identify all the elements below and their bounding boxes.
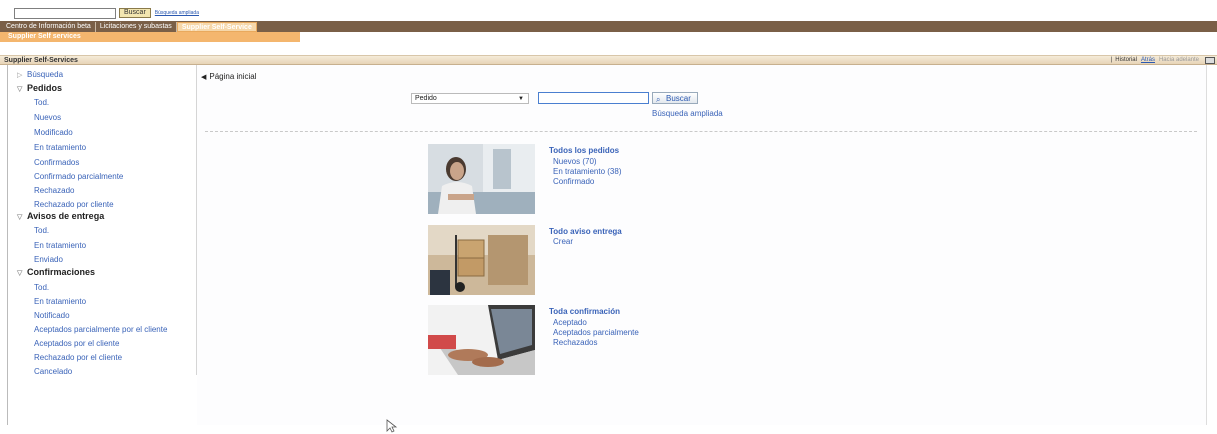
global-search: Buscar Búsqueda ampliada	[14, 7, 199, 19]
object-type-select[interactable]: Pedido ▼	[411, 93, 529, 104]
sidebar-item-conf-notificado[interactable]: Notificado	[34, 311, 70, 320]
sidebar-item-conf-aceptados-cliente[interactable]: Aceptados por el cliente	[34, 339, 119, 348]
sidebar-item-pedidos-en-tratamiento[interactable]: En tratamiento	[34, 143, 86, 152]
dropdown-arrow-icon: ▼	[518, 96, 524, 102]
card-orders-nuevos[interactable]: Nuevos (70)	[553, 157, 597, 166]
sidebar-item-pedidos-rechazado[interactable]: Rechazado	[34, 186, 74, 195]
global-search-input[interactable]	[14, 7, 116, 19]
main-search-button[interactable]: ⌕ Buscar	[652, 92, 698, 104]
sidebar-item-busqueda[interactable]: ▷ Búsqueda	[17, 70, 63, 79]
sidebar-group-avisos[interactable]: ▽ Avisos de entrega	[17, 211, 104, 221]
sidebar-item-pedidos-tod[interactable]: Tod.	[34, 98, 49, 107]
back-triangle-icon: ◀	[201, 74, 207, 81]
sidebar-item-conf-tod[interactable]: Tod.	[34, 283, 49, 292]
card-orders-title[interactable]: Todos los pedidos	[549, 146, 619, 155]
expand-arrow-icon: ▷	[17, 72, 23, 79]
search-icon: ⌕	[656, 95, 661, 104]
forward-link: Hacia adelante	[1158, 57, 1199, 63]
card-delivery-crear[interactable]: Crear	[553, 237, 573, 246]
sidebar: ▷ Búsqueda ▽ Pedidos Tod. Nuevos Modificad…	[7, 65, 197, 376]
card-confirmation-title[interactable]: Toda confirmación	[549, 307, 620, 316]
tab-licitaciones[interactable]: Licitaciones y subastas	[96, 21, 177, 32]
card-confirmation-aceptados-parcial[interactable]: Aceptados parcialmente	[553, 328, 639, 337]
back-link[interactable]: Atrás	[1141, 57, 1155, 63]
sidebar-item-avisos-enviado[interactable]: Enviado	[34, 255, 63, 264]
page-header-bar: Supplier Self-Services | Historial Atrás…	[0, 55, 1217, 65]
print-icon[interactable]	[1205, 56, 1215, 64]
sidebar-item-pedidos-rechazado-cliente[interactable]: Rechazado por cliente	[34, 200, 114, 209]
top-tab-bar: Centro de Información beta Licitaciones …	[0, 21, 1217, 32]
page-title: ◀ Página inicial	[201, 72, 257, 81]
card-confirmation-rechazados[interactable]: Rechazados	[553, 338, 597, 347]
tab-supplier-self-service[interactable]: Supplier Self-Service	[176, 21, 257, 32]
sidebar-item-conf-aceptados-parcial[interactable]: Aceptados parcialmente por el cliente	[34, 325, 167, 334]
sidebar-item-pedidos-confirmado-parcial[interactable]: Confirmado parcialmente	[34, 172, 123, 181]
history-dropdown[interactable]: Historial	[1115, 57, 1137, 63]
card-orders-en-tratamiento[interactable]: En tratamiento (38)	[553, 167, 621, 176]
history-nav: | Historial Atrás Hacia adelante	[1110, 56, 1217, 64]
global-advanced-search-link[interactable]: Búsqueda ampliada	[155, 10, 199, 16]
card-orders-confirmado[interactable]: Confirmado	[553, 177, 594, 186]
sidebar-group-pedidos[interactable]: ▽ Pedidos	[17, 83, 62, 93]
global-search-button[interactable]: Buscar	[119, 8, 151, 18]
collapse-arrow-icon: ▽	[17, 86, 23, 93]
sidebar-item-pedidos-modificado[interactable]: Modificado	[34, 128, 73, 137]
confirmation-photo	[428, 305, 535, 375]
sidebar-item-conf-cancelado[interactable]: Cancelado	[34, 367, 72, 376]
main-advanced-search-link[interactable]: Búsqueda ampliada	[652, 109, 723, 118]
main-content: ◀ Página inicial Pedido ▼ ⌕ Buscar Búsqueda…	[197, 65, 1207, 425]
sidebar-item-avisos-tod[interactable]: Tod.	[34, 226, 49, 235]
collapse-arrow-icon: ▽	[17, 214, 23, 221]
delivery-photo	[428, 225, 535, 295]
sidebar-group-confirmaciones[interactable]: ▽ Confirmaciones	[17, 267, 95, 277]
sidebar-item-conf-rechazado-cliente[interactable]: Rechazado por el cliente	[34, 353, 122, 362]
main-search-input[interactable]	[538, 92, 649, 104]
sidebar-item-avisos-en-tratamiento[interactable]: En tratamiento	[34, 241, 86, 250]
subtab-supplier-self-services[interactable]: Supplier Self services	[0, 32, 300, 42]
sidebar-item-pedidos-nuevos[interactable]: Nuevos	[34, 113, 61, 122]
separator: |	[1110, 57, 1113, 63]
divider	[205, 131, 1197, 132]
orders-photo	[428, 144, 535, 214]
page-header-title: Supplier Self-Services	[4, 56, 78, 64]
sidebar-item-conf-en-tratamiento[interactable]: En tratamiento	[34, 297, 86, 306]
collapse-arrow-icon: ▽	[17, 270, 23, 277]
tab-centro-informacion[interactable]: Centro de Información beta	[2, 21, 96, 32]
card-confirmation-aceptado[interactable]: Aceptado	[553, 318, 587, 327]
sidebar-item-pedidos-confirmados[interactable]: Confirmados	[34, 158, 79, 167]
mouse-cursor-icon	[386, 419, 398, 433]
card-delivery-title[interactable]: Todo aviso entrega	[549, 227, 622, 236]
